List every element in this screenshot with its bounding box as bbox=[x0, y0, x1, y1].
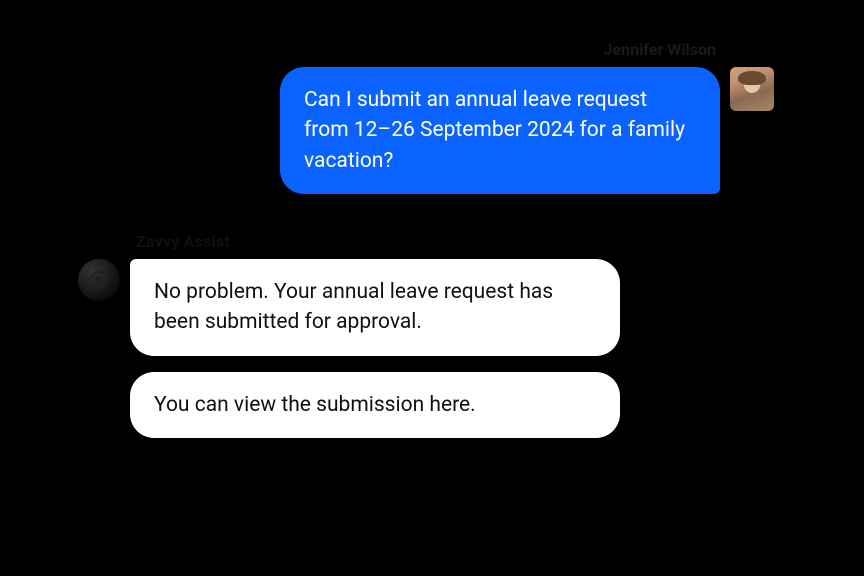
bot-message-group: Zavvy Assist No problem. Your annual lea… bbox=[78, 232, 620, 438]
user-avatar bbox=[730, 67, 774, 111]
bot-name-label: Zavvy Assist bbox=[136, 232, 230, 251]
user-name-label: Jennifer Wilson bbox=[604, 40, 716, 59]
user-message-group: Jennifer Wilson Can I submit an annual l… bbox=[280, 40, 774, 194]
bot-bubble-stack: No problem. Your annual leave request ha… bbox=[130, 259, 620, 438]
user-message-bubble: Can I submit an annual leave request fro… bbox=[280, 67, 720, 194]
bot-message-bubble-1: No problem. Your annual leave request ha… bbox=[130, 259, 620, 356]
user-message-row: Can I submit an annual leave request fro… bbox=[280, 67, 774, 194]
bot-message-row: No problem. Your annual leave request ha… bbox=[78, 259, 620, 438]
bot-message-bubble-2[interactable]: You can view the submission here. bbox=[130, 372, 620, 438]
bot-avatar-icon bbox=[78, 259, 120, 301]
